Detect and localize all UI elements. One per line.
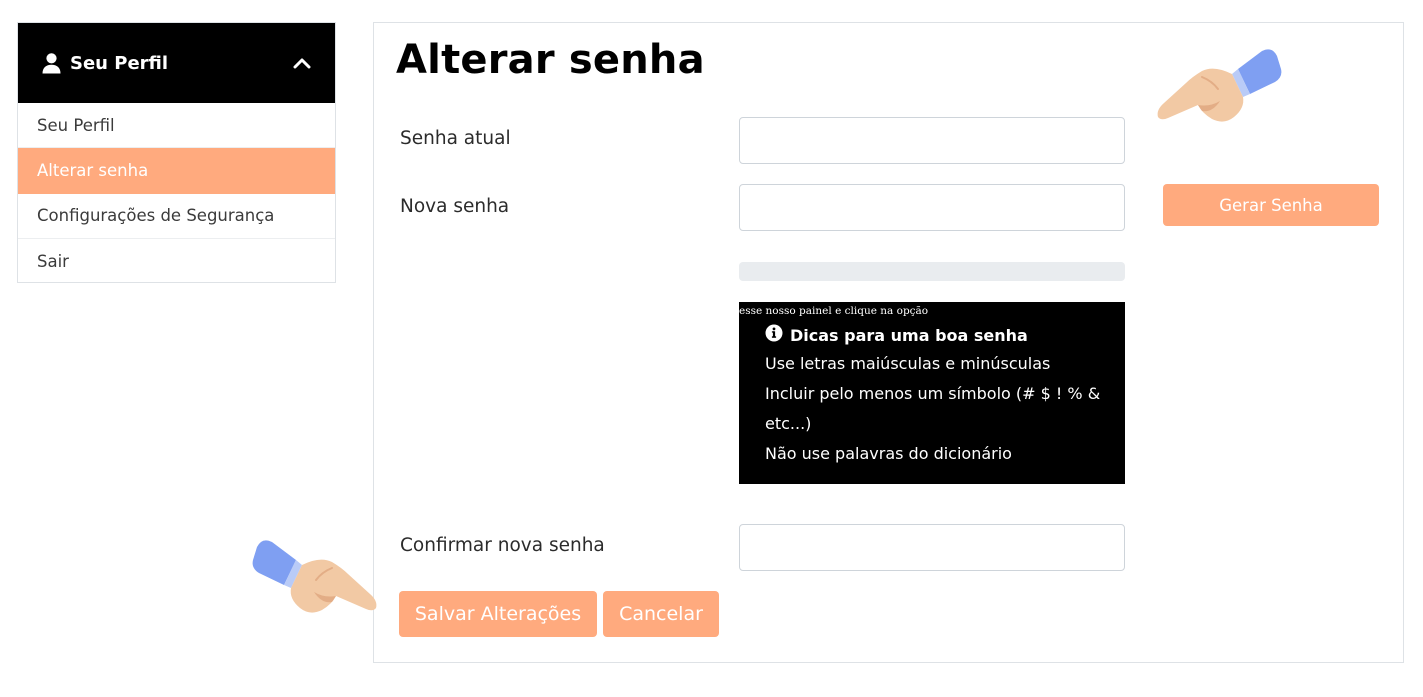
confirm-password-label: Confirmar nova senha: [400, 535, 605, 556]
confirm-password-input[interactable]: [739, 524, 1125, 571]
tip-item: Incluir pelo menos um símbolo (# $ ! % &…: [765, 384, 1101, 433]
current-password-input[interactable]: [739, 117, 1125, 164]
tips-heading-row: Dicas para uma boa senha: [765, 324, 1028, 346]
sidebar-item-sair[interactable]: Sair: [18, 239, 335, 284]
chevron-up-icon[interactable]: [293, 57, 311, 69]
tips-list: Use letras maiúsculas e minúsculas Inclu…: [765, 349, 1110, 469]
user-icon: [42, 52, 61, 74]
generate-password-button[interactable]: Gerar Senha: [1163, 184, 1379, 226]
password-tips-box: esse nosso painel e clique na opção Dica…: [739, 302, 1125, 484]
page-title: Alterar senha: [396, 37, 705, 83]
tips-caption: esse nosso painel e clique na opção: [739, 305, 929, 317]
pointing-hand-left-icon: [1157, 49, 1282, 122]
info-circle-icon: [765, 324, 783, 346]
new-password-label: Nova senha: [400, 196, 510, 217]
password-strength-meter: [739, 262, 1125, 281]
tip-item: Não use palavras do dicionário: [765, 444, 1012, 463]
sidebar-item-configuracoes-seguranca[interactable]: Configurações de Segurança: [18, 194, 335, 239]
sidebar-item-seu-perfil[interactable]: Seu Perfil: [18, 103, 335, 149]
new-password-input[interactable]: [739, 184, 1125, 231]
cancel-button[interactable]: Cancelar: [603, 591, 719, 637]
profile-sidebar: Seu Perfil Seu Perfil Alterar senha Conf…: [17, 22, 336, 283]
save-changes-button[interactable]: Salvar Alterações: [399, 591, 597, 637]
tips-heading: Dicas para uma boa senha: [790, 325, 1028, 345]
current-password-label: Senha atual: [400, 128, 511, 149]
pointing-hand-right-icon: [252, 540, 377, 613]
sidebar-item-alterar-senha[interactable]: Alterar senha: [18, 148, 335, 194]
sidebar-header-title-group: Seu Perfil: [42, 53, 168, 74]
tip-item: Use letras maiúsculas e minúsculas: [765, 354, 1051, 373]
sidebar-header-title: Seu Perfil: [70, 52, 169, 74]
sidebar-header-toggle[interactable]: Seu Perfil: [18, 23, 335, 103]
